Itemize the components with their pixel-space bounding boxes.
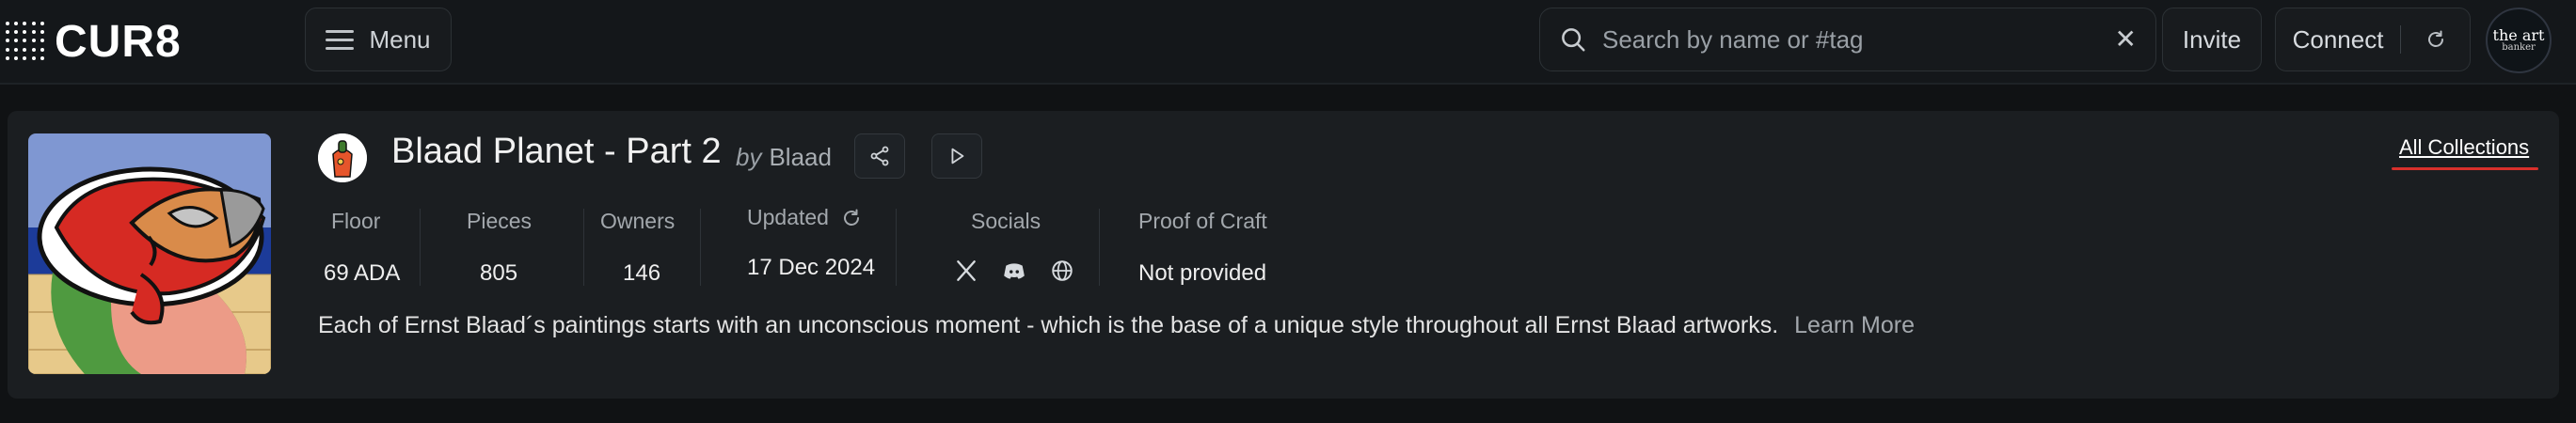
collection-creator: by Blaad [736, 143, 832, 172]
stat-value: 146 [623, 260, 661, 286]
stat-value: 69 ADA [324, 260, 401, 286]
social-links [954, 258, 1074, 283]
play-icon [951, 148, 964, 164]
invite-button[interactable]: Invite [2162, 8, 2262, 71]
stat-label: Owners [600, 209, 676, 233]
stat-label: Floor [331, 209, 381, 233]
connect-label: Connect [2292, 24, 2384, 54]
refresh-button[interactable] [2401, 28, 2470, 51]
stat-divider [700, 209, 701, 286]
collection-artwork-image [28, 133, 271, 374]
cur8-logo[interactable]: CUR8 [6, 13, 182, 70]
stat-proof-of-craft: Proof of Craft Not provided [1138, 209, 1267, 287]
share-button[interactable] [854, 133, 905, 179]
stat-socials: Socials [957, 209, 1074, 283]
discord-icon[interactable] [1001, 258, 1027, 283]
stat-label-row: Updated [747, 205, 875, 230]
active-link-underline [2392, 167, 2538, 170]
collection-description: Each of Ernst Blaad´s paintings starts w… [318, 312, 1915, 339]
avatar-logo-subtext: banker [2502, 42, 2536, 53]
hamburger-icon [326, 29, 355, 50]
stat-value: Not provided [1138, 260, 1267, 286]
stat-label: Proof of Craft [1138, 209, 1267, 233]
by-label: by [736, 143, 762, 171]
globe-icon[interactable] [1050, 258, 1074, 283]
stat-updated: Updated 17 Dec 2024 [747, 205, 875, 281]
play-button[interactable] [931, 133, 982, 179]
avatar-logo-text: the art [2492, 26, 2545, 44]
collection-header-card: Blaad Planet - Part 2 by Blaad All Collec… [8, 111, 2559, 399]
stat-divider [583, 209, 584, 286]
menu-label: Menu [369, 24, 431, 54]
stat-divider [420, 209, 421, 286]
clear-search-icon[interactable]: ✕ [2115, 26, 2137, 53]
stat-divider [896, 209, 897, 286]
menu-button[interactable]: Menu [305, 8, 452, 71]
refresh-icon [2427, 30, 2443, 47]
creator-name[interactable]: Blaad [769, 143, 832, 171]
top-navigation-bar: CUR8 Menu ✕ Invite Connect the art banke… [0, 0, 2576, 85]
stat-floor: Floor 69 ADA [324, 209, 400, 287]
search-input[interactable] [1600, 24, 2115, 55]
search-bar: ✕ [1539, 8, 2156, 71]
stat-pieces: Pieces 805 [467, 209, 532, 287]
collection-title: Blaad Planet - Part 2 [391, 132, 722, 171]
refresh-icon[interactable] [840, 207, 863, 229]
stat-value: 805 [480, 260, 518, 286]
stat-label: Updated [747, 205, 829, 229]
logo-text: CUR8 [55, 16, 182, 67]
stat-owners: Owners 146 [600, 209, 675, 287]
stat-value: 17 Dec 2024 [747, 255, 876, 280]
search-icon [1562, 28, 1585, 52]
user-avatar[interactable]: the art banker [2486, 8, 2552, 73]
stat-label: Socials [971, 209, 1042, 233]
description-text: Each of Ernst Blaad´s paintings starts w… [318, 312, 1779, 338]
collection-avatar [318, 133, 367, 182]
stat-label: Pieces [467, 209, 533, 233]
connect-wallet-button[interactable]: Connect [2275, 8, 2471, 71]
learn-more-link[interactable]: Learn More [1794, 312, 1915, 338]
stat-divider [1099, 209, 1100, 286]
all-collections-link[interactable]: All Collections [2399, 135, 2529, 160]
x-icon[interactable] [954, 258, 978, 283]
share-icon [870, 146, 889, 166]
logo-dot-grid-icon [6, 22, 45, 61]
